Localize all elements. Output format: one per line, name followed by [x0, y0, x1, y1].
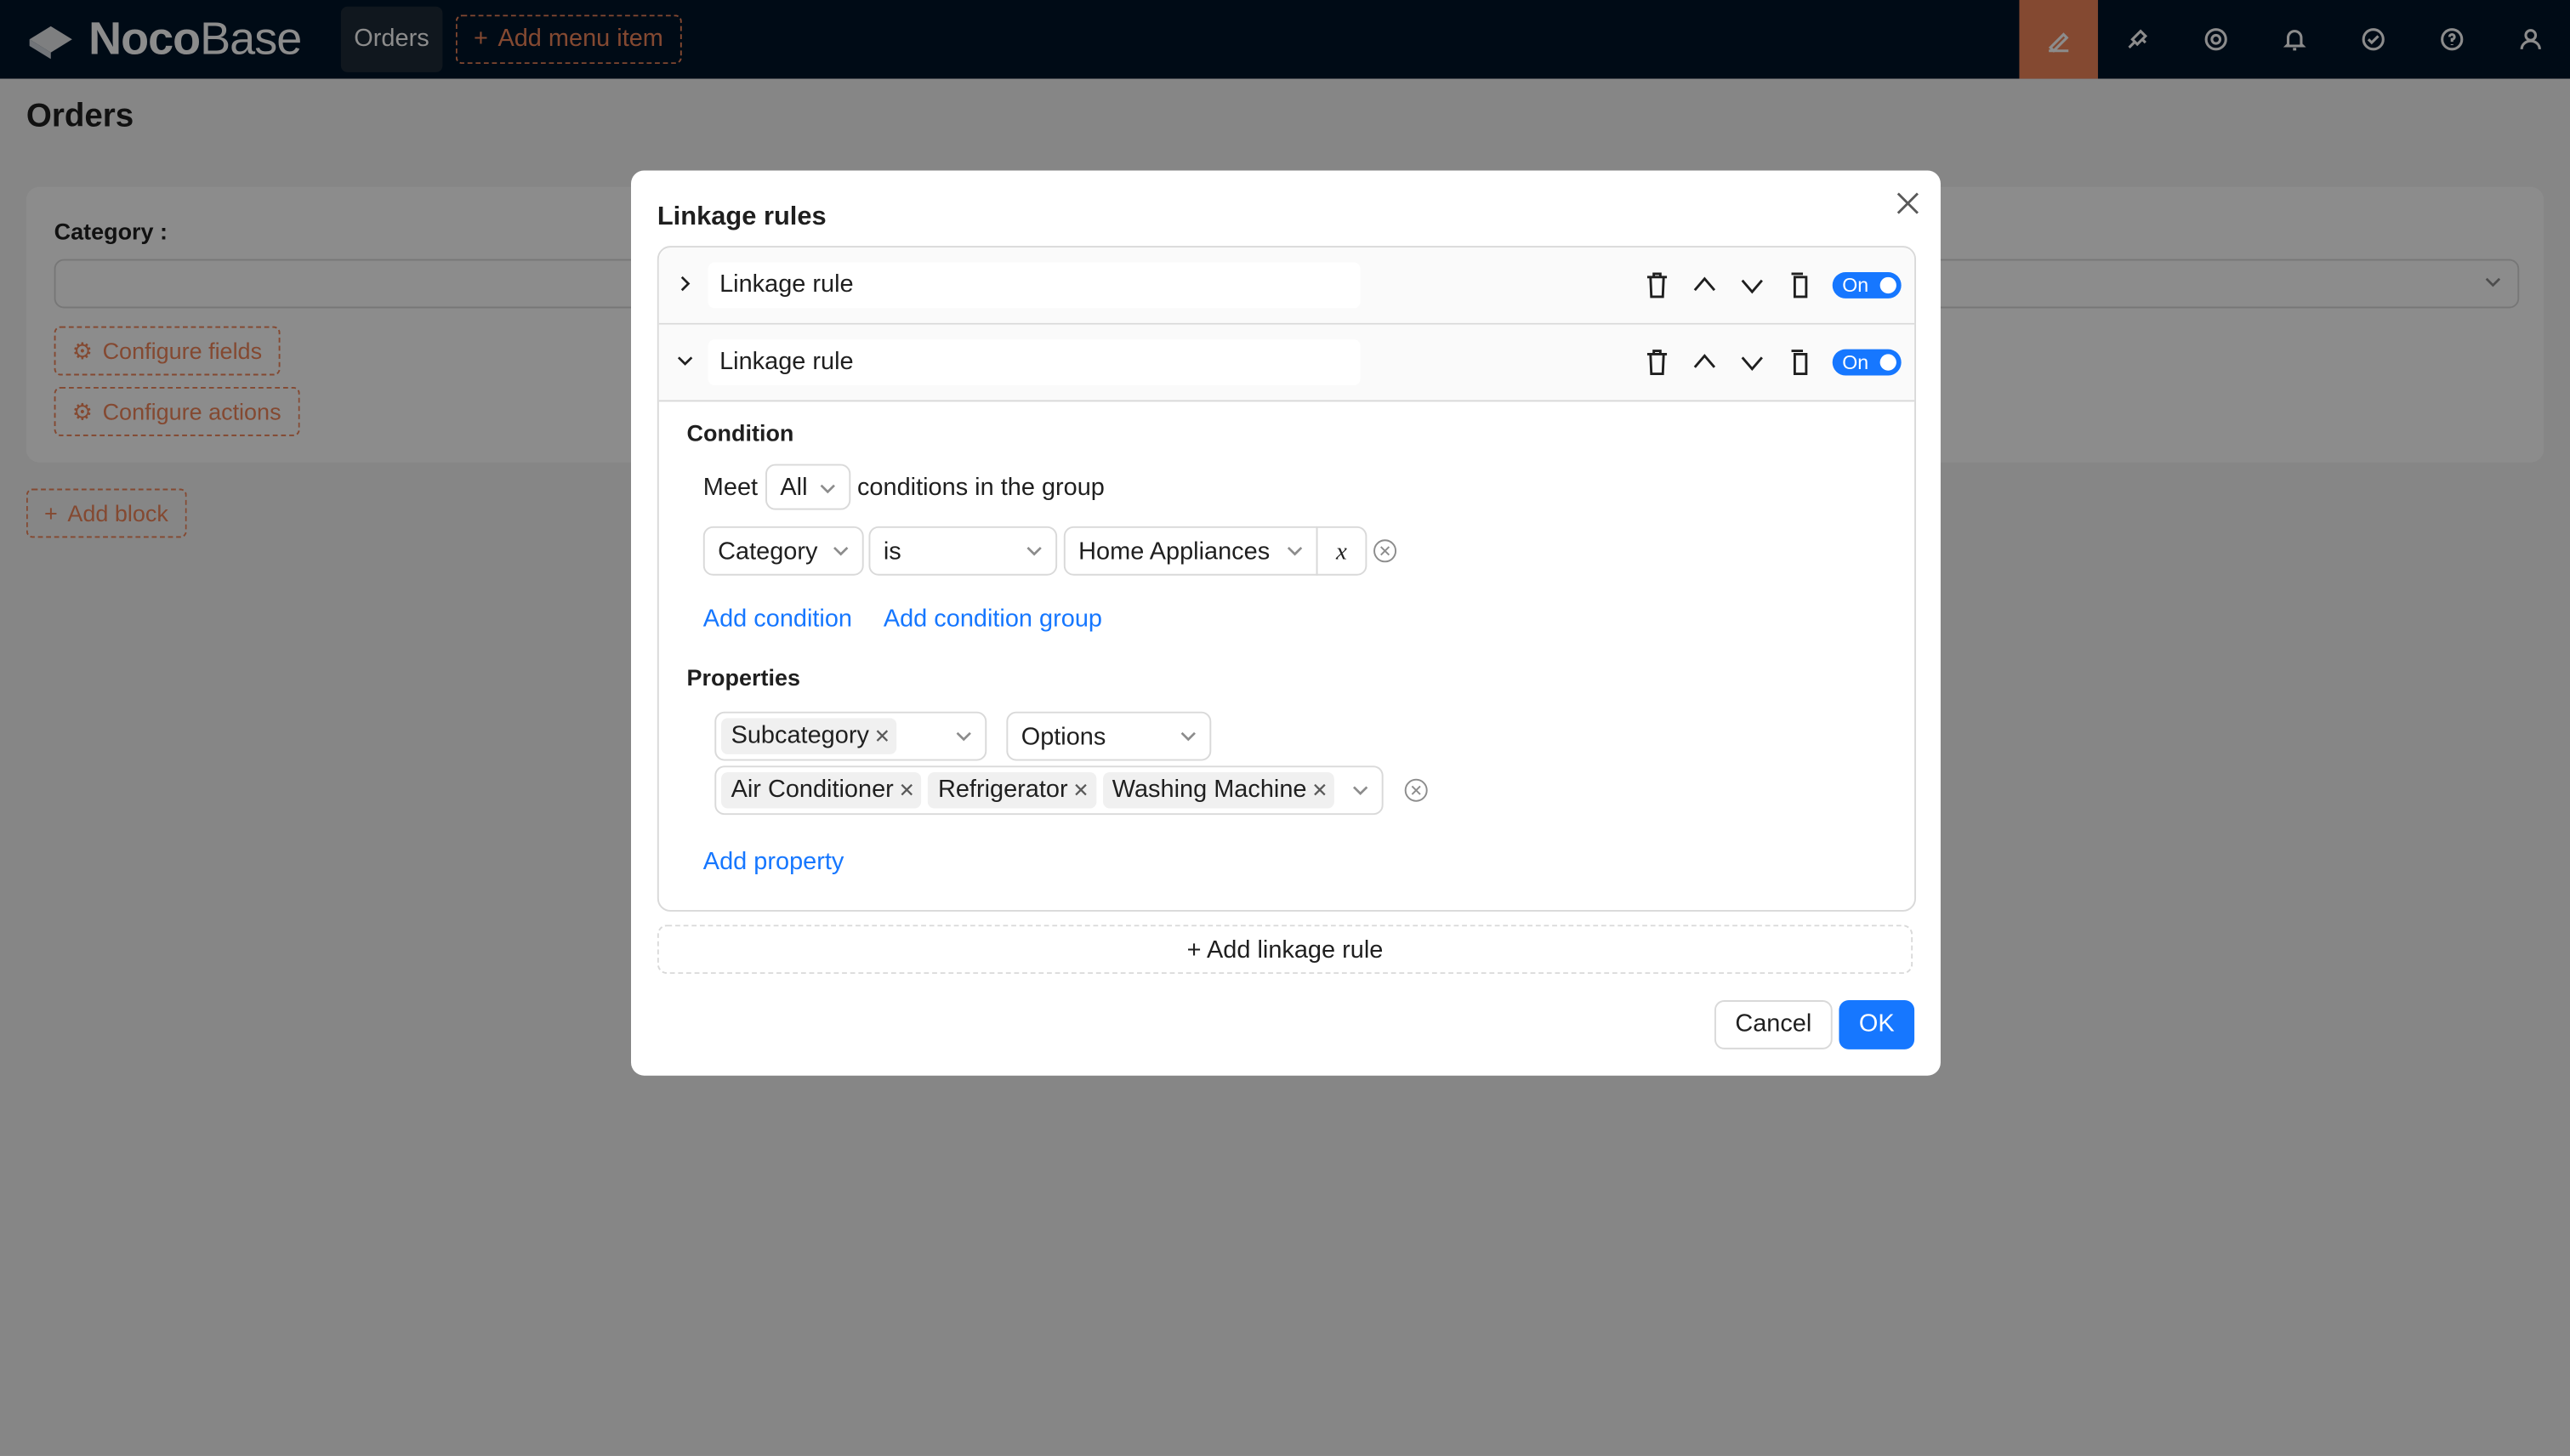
variable-button[interactable]: x [1316, 526, 1367, 576]
condition-field-value: Category [718, 537, 818, 566]
options-multi-select[interactable]: Air Conditioner ✕ Refrigerator ✕ Washing Mac… [714, 765, 1384, 816]
option-tag: Washing Machine ✕ [1102, 772, 1335, 809]
meet-prefix: Meet [702, 474, 759, 502]
field-tag: Subcategory ✕ [721, 718, 897, 754]
app-root: NocoBase Orders + Add menu item Orders C… [0, 0, 2570, 1456]
condition-field-select[interactable]: Category [702, 526, 864, 576]
delete-icon[interactable] [1642, 270, 1672, 300]
copy-icon[interactable] [1785, 270, 1815, 300]
copy-icon[interactable] [1785, 348, 1815, 378]
rule-toolbar: On [1642, 348, 1902, 378]
rule-enabled-toggle[interactable]: On [1832, 272, 1902, 299]
option-tag-label: Washing Machine [1112, 775, 1307, 804]
property-field-select[interactable]: Subcategory ✕ [714, 711, 987, 761]
condition-operator-value: is [883, 537, 901, 566]
ok-button[interactable]: OK [1839, 1000, 1915, 1049]
add-linkage-rule-button[interactable]: + Add linkage rule [657, 924, 1913, 975]
tag-close-icon[interactable]: ✕ [1311, 767, 1328, 813]
tag-close-icon[interactable]: ✕ [899, 767, 915, 813]
modal-title: Linkage rules [657, 203, 827, 231]
linkage-rule-header[interactable]: Linkage rule On [658, 324, 1915, 402]
rule-name-input[interactable]: Linkage rule [708, 339, 1361, 386]
properties-title: Properties [686, 663, 801, 691]
rule-toolbar: On [1642, 270, 1902, 300]
move-up-icon[interactable] [1690, 348, 1720, 378]
option-tag: Air Conditioner ✕ [721, 772, 922, 809]
tag-close-icon[interactable]: ✕ [874, 714, 890, 759]
add-condition-link[interactable]: Add condition [703, 605, 852, 633]
chevron-down-icon [1180, 731, 1196, 742]
chevron-down-icon [833, 546, 849, 556]
rule-enabled-toggle[interactable]: On [1832, 349, 1902, 376]
plus-icon: + [1186, 936, 1208, 964]
delete-icon[interactable] [1642, 348, 1672, 378]
remove-property-icon[interactable] [1403, 777, 1430, 804]
linkage-rule-header[interactable]: Linkage rule On [658, 247, 1915, 325]
add-property-link[interactable]: Add property [703, 848, 844, 876]
add-condition-group-link[interactable]: Add condition group [884, 605, 1102, 633]
meet-suffix: conditions in the group [856, 474, 1105, 502]
meet-logic-value: All [780, 474, 808, 502]
linkage-rules-list: Linkage rule On Linkage rule On Conditio… [657, 246, 1917, 912]
rule-name-input[interactable]: Linkage rule [708, 262, 1361, 309]
chevron-down-icon [956, 731, 971, 742]
cancel-button[interactable]: Cancel [1714, 1000, 1833, 1049]
meet-logic-select[interactable]: All [765, 464, 851, 510]
close-icon[interactable] [1895, 191, 1921, 217]
linkage-rules-modal: Linkage rules Linkage rule On Linkage ru… [631, 170, 1941, 1076]
option-tag-label: Air Conditioner [731, 775, 894, 804]
condition-title: Condition [686, 419, 794, 446]
field-tag-label: Subcategory [731, 721, 869, 750]
property-type-value: Options [1021, 723, 1106, 751]
condition-value-select[interactable]: Home Appliances [1063, 526, 1318, 576]
add-linkage-rule-label: Add linkage rule [1207, 936, 1384, 964]
move-up-icon[interactable] [1690, 270, 1720, 300]
chevron-down-icon [1026, 546, 1042, 556]
chevron-down-icon [1352, 786, 1368, 796]
property-type-select[interactable]: Options [1006, 711, 1212, 761]
option-tag: Refrigerator ✕ [928, 772, 1096, 809]
chevron-down-icon [820, 484, 835, 494]
condition-operator-select[interactable]: is [868, 526, 1058, 576]
chevron-down-icon [1287, 546, 1303, 556]
option-tag-label: Refrigerator [937, 775, 1068, 804]
move-down-icon[interactable] [1737, 270, 1767, 300]
move-down-icon[interactable] [1737, 348, 1767, 378]
condition-value: Home Appliances [1078, 537, 1271, 566]
chevron-down-icon[interactable] [675, 351, 695, 371]
chevron-right-icon[interactable] [675, 274, 695, 293]
tag-close-icon[interactable]: ✕ [1072, 767, 1089, 813]
remove-condition-icon[interactable] [1372, 537, 1398, 564]
